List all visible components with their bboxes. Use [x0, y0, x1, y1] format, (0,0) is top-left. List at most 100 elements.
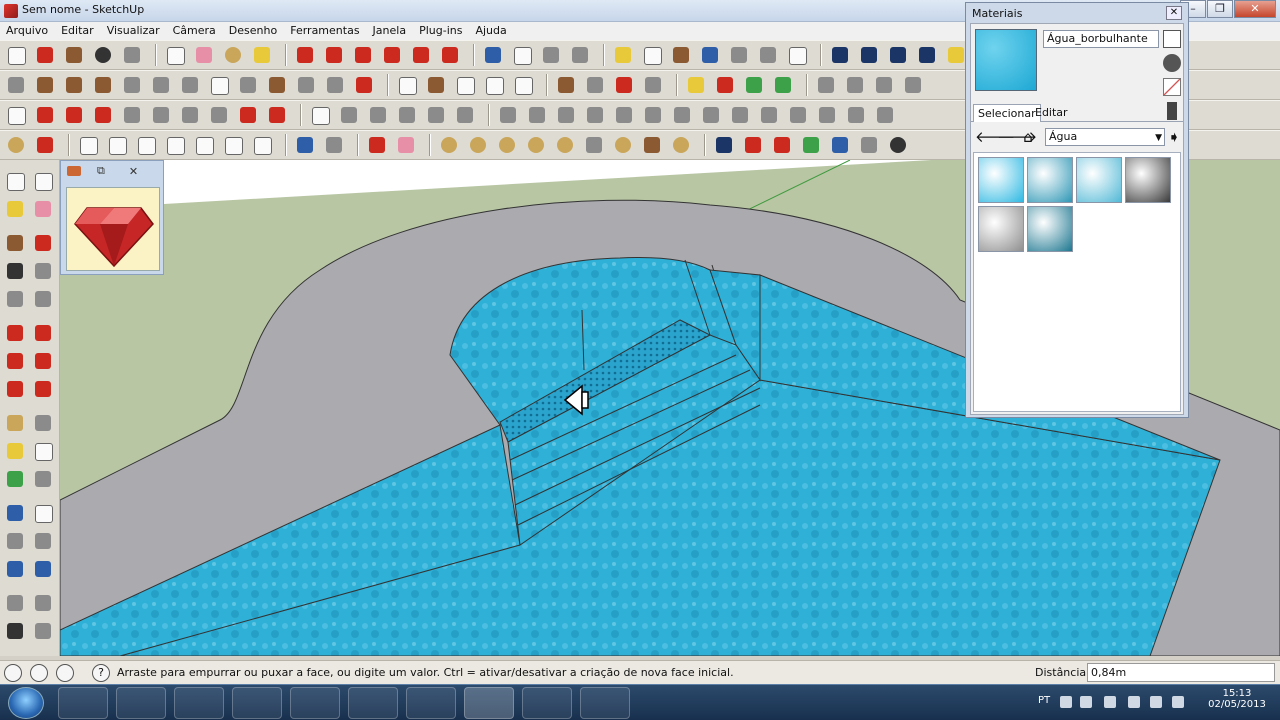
wall-2-tool-icon[interactable] — [62, 73, 86, 97]
material-library-select[interactable]: Água ▼ — [1045, 128, 1165, 146]
select-icon[interactable] — [2, 168, 28, 194]
grid-tool-icon[interactable] — [843, 73, 867, 97]
swatch-agua-1[interactable] — [978, 157, 1024, 203]
lasso-tool-icon[interactable] — [293, 133, 317, 157]
grow-select-icon[interactable] — [728, 103, 752, 127]
close-button[interactable]: ✕ — [1234, 0, 1276, 18]
polygon-6-tool-icon[interactable] — [221, 133, 245, 157]
photo-texture-icon[interactable] — [669, 43, 693, 67]
section-plane-icon[interactable] — [554, 73, 578, 97]
keyboard-tray-icon[interactable] — [1060, 696, 1072, 708]
offset-curve-icon[interactable] — [178, 103, 202, 127]
google-earth-icon[interactable] — [698, 43, 722, 67]
taskbar-firefox-icon[interactable] — [348, 687, 398, 719]
eraser-2-tool-icon[interactable] — [394, 133, 418, 157]
credits-icon[interactable] — [30, 664, 48, 682]
get-models-icon[interactable] — [727, 43, 751, 67]
default-material-icon[interactable] — [1163, 54, 1181, 72]
distance-value-field[interactable]: 0,84m — [1087, 663, 1275, 682]
section-plane-icon[interactable] — [30, 618, 56, 644]
help-tray-icon[interactable] — [1080, 696, 1092, 708]
previous-view-icon[interactable] — [2, 556, 28, 582]
component-icon[interactable] — [30, 168, 56, 194]
polygon-7-tool-icon[interactable] — [250, 133, 274, 157]
solid-subtract-icon[interactable] — [337, 103, 361, 127]
extrude-edges-icon[interactable] — [4, 103, 28, 127]
right-view-icon[interactable] — [482, 73, 506, 97]
star-tool-icon[interactable] — [713, 73, 737, 97]
zoom-icon[interactable] — [2, 528, 28, 554]
rotate-2-tool-icon[interactable] — [770, 133, 794, 157]
battery-tray-icon[interactable] — [1172, 696, 1184, 708]
iso-view-icon[interactable] — [511, 73, 535, 97]
pencil-tool-icon[interactable] — [33, 43, 57, 67]
orbit-icon[interactable] — [2, 500, 28, 526]
menu-camera[interactable]: Câmera — [173, 22, 216, 40]
paint-icon[interactable] — [2, 196, 28, 222]
3d-text-icon[interactable] — [30, 466, 56, 492]
clock[interactable]: 15:13 02/05/2013 — [1202, 688, 1272, 710]
eraser-icon[interactable] — [30, 196, 56, 222]
material-name-field[interactable]: Água_borbulhante — [1043, 30, 1159, 48]
hatch-tool-icon[interactable] — [901, 73, 925, 97]
taskbar-explorer-icon[interactable] — [58, 687, 108, 719]
fillet-icon[interactable] — [62, 103, 86, 127]
taskbar-ruby-icon[interactable] — [580, 687, 630, 719]
torus-primitive-icon[interactable] — [611, 133, 635, 157]
smooth-icon[interactable] — [554, 103, 578, 127]
zoom-window-icon[interactable] — [30, 528, 56, 554]
scatter-tool-icon[interactable] — [814, 73, 838, 97]
scale-icon[interactable] — [2, 376, 28, 402]
style-xray-icon[interactable] — [828, 43, 852, 67]
taskbar-terminal-icon[interactable] — [522, 687, 572, 719]
arrow-tool-icon[interactable] — [365, 133, 389, 157]
style-hidden-line-icon[interactable] — [886, 43, 910, 67]
follow-me-icon[interactable] — [30, 348, 56, 374]
scale-tool-icon[interactable] — [409, 43, 433, 67]
frame-tool-icon[interactable] — [352, 73, 376, 97]
stair-tool-icon[interactable] — [149, 73, 173, 97]
rectangle-tool-icon[interactable] — [62, 43, 86, 67]
cycle-tool-icon[interactable] — [712, 133, 736, 157]
shelf-tool-icon[interactable] — [323, 73, 347, 97]
sandbox-tool-icon[interactable] — [4, 73, 28, 97]
swatch-agua-2[interactable] — [1027, 157, 1073, 203]
shape-bender-icon[interactable] — [4, 133, 28, 157]
shrink-select-icon[interactable] — [757, 103, 781, 127]
menu-arquivo[interactable]: Arquivo — [6, 22, 48, 40]
rotate-tool-icon[interactable] — [351, 43, 375, 67]
push-pull-icon[interactable] — [30, 320, 56, 346]
taskbar-chrome-icon[interactable] — [406, 687, 456, 719]
freehand-icon[interactable] — [30, 286, 56, 312]
lathe-tool-icon[interactable] — [33, 133, 57, 157]
zoom-extents-icon[interactable] — [568, 43, 592, 67]
forward-arrow-icon[interactable]: 🡒 — [997, 128, 1037, 146]
box-primitive-icon[interactable] — [437, 133, 461, 157]
spline-tool-icon[interactable] — [641, 73, 665, 97]
swatch-agua-3[interactable] — [1076, 157, 1122, 203]
warning-icon[interactable] — [684, 73, 708, 97]
ruby-panel-restore[interactable]: ⧉ — [97, 164, 105, 178]
ruby-panel-close[interactable]: ✕ — [129, 165, 138, 178]
plant-tool-icon[interactable] — [771, 73, 795, 97]
front-view-icon[interactable] — [395, 73, 419, 97]
tape-measure-icon[interactable] — [2, 410, 28, 436]
menu-ajuda[interactable]: Ajuda — [475, 22, 506, 40]
swatch-agua-6[interactable] — [1027, 206, 1073, 252]
array-tool-icon[interactable] — [872, 73, 896, 97]
tube-primitive-icon[interactable] — [553, 133, 577, 157]
ruby-panel-titlebar[interactable]: ⧉ ✕ — [61, 161, 163, 181]
soften-edges-icon[interactable] — [525, 103, 549, 127]
menu-desenho[interactable]: Desenho — [229, 22, 277, 40]
tree-tool-icon[interactable] — [742, 73, 766, 97]
line-tool-icon[interactable] — [741, 133, 765, 157]
ruby-console-button[interactable] — [66, 187, 160, 271]
circle-tool-icon[interactable] — [91, 43, 115, 67]
rotate-icon[interactable] — [2, 348, 28, 374]
style-shaded-icon[interactable] — [915, 43, 939, 67]
ball-tool-icon[interactable] — [886, 133, 910, 157]
create-material-icon[interactable] — [1163, 30, 1181, 48]
position-camera-icon[interactable] — [2, 590, 28, 616]
taskbar-sketchup-icon[interactable] — [464, 687, 514, 719]
share-model-icon[interactable] — [756, 43, 780, 67]
